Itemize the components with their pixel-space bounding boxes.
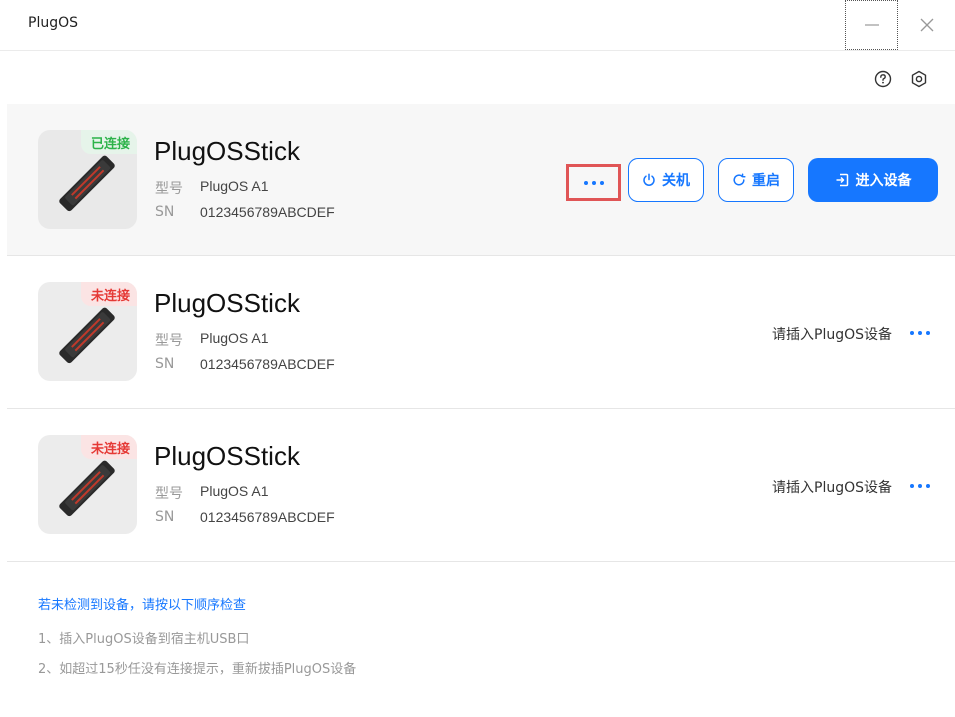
device-thumbnail: 未连接 (38, 435, 137, 534)
restart-button[interactable]: 重启 (718, 158, 794, 202)
more-dots-icon (583, 180, 604, 185)
model-value: PlugOS A1 (200, 178, 269, 194)
power-icon (643, 173, 655, 186)
sn-label: SN (155, 204, 175, 220)
sn-label: SN (155, 356, 175, 372)
close-icon (920, 18, 933, 32)
help-button[interactable] (872, 68, 894, 90)
more-button[interactable] (905, 323, 935, 343)
enter-icon (836, 173, 848, 187)
device-card: 已连接 PlugOSStick 型号 PlugOS A1 SN 01234567… (7, 104, 955, 256)
model-label: 型号 (155, 181, 183, 197)
sn-value: 0123456789ABCDEF (200, 356, 335, 372)
model-value: PlugOS A1 (200, 483, 269, 499)
help-icon (874, 70, 892, 88)
status-badge: 未连接 (80, 435, 137, 459)
insert-device-hint: 请插入PlugOS设备 (772, 327, 892, 343)
device-list: 已连接 PlugOSStick 型号 PlugOS A1 SN 01234567… (7, 104, 955, 562)
device-name: PlugOSStick (154, 288, 300, 318)
title-bar: PlugOS (0, 0, 955, 51)
enter-device-button[interactable]: 进入设备 (808, 158, 938, 202)
tip-item: 1、插入PlugOS设备到宿主机USB口 (38, 632, 250, 647)
status-badge: 已连接 (80, 130, 137, 154)
close-button[interactable] (900, 0, 953, 50)
minimize-button[interactable] (845, 0, 898, 50)
model-label: 型号 (155, 486, 183, 502)
settings-button[interactable] (908, 68, 930, 90)
power-off-label: 关机 (662, 173, 690, 189)
sn-label: SN (155, 509, 175, 525)
device-name: PlugOSStick (154, 136, 300, 166)
more-button[interactable] (905, 476, 935, 496)
device-name: PlugOSStick (154, 441, 300, 471)
status-badge: 未连接 (80, 282, 137, 306)
model-value: PlugOS A1 (200, 330, 269, 346)
device-card: 未连接 PlugOSStick 型号 PlugOS A1 SN 01234567… (7, 256, 955, 409)
settings-icon (911, 70, 927, 88)
enter-device-label: 进入设备 (855, 173, 912, 189)
model-label: 型号 (155, 333, 183, 349)
device-thumbnail: 已连接 (38, 130, 137, 229)
sn-value: 0123456789ABCDEF (200, 204, 335, 220)
tip-item: 2、如超过15秒任没有连接提示，重新拔插PlugOS设备 (38, 662, 357, 677)
power-off-button[interactable]: 关机 (628, 158, 704, 202)
device-card: 未连接 PlugOSStick 型号 PlugOS A1 SN 01234567… (7, 409, 955, 562)
more-dots-icon (910, 484, 930, 488)
device-thumbnail: 未连接 (38, 282, 137, 381)
more-button[interactable] (566, 164, 621, 201)
tips-title: 若未检测到设备，请按以下顺序检查 (38, 598, 247, 613)
sn-value: 0123456789ABCDEF (200, 509, 335, 525)
more-dots-icon (910, 331, 930, 335)
insert-device-hint: 请插入PlugOS设备 (772, 480, 892, 496)
restart-icon (733, 173, 746, 186)
minimize-icon (864, 24, 879, 26)
restart-label: 重启 (752, 173, 780, 189)
app-title: PlugOS (28, 15, 78, 31)
